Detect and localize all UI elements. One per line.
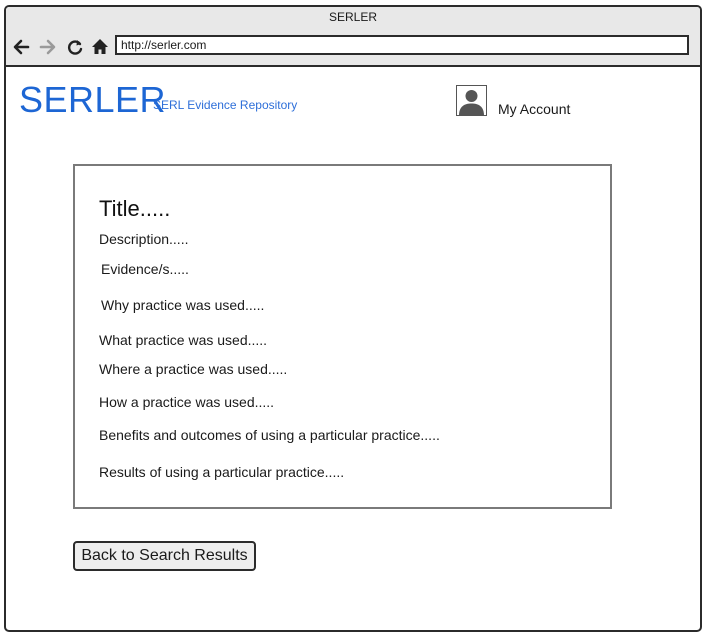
- field-benefits: Benefits and outcomes of using a particu…: [99, 427, 440, 443]
- field-what: What practice was used.....: [99, 332, 268, 348]
- field-why: Why practice was used.....: [101, 297, 265, 313]
- back-to-search-results-button[interactable]: Back to Search Results: [73, 541, 256, 571]
- browser-chrome: SERLER http://serler.com: [6, 7, 700, 67]
- brand-tagline: SERL Evidence Repository: [153, 98, 298, 112]
- back-arrow-icon[interactable]: [11, 37, 31, 57]
- field-description: Description.....: [99, 231, 189, 247]
- window-title: SERLER: [328, 10, 378, 24]
- url-bar[interactable]: http://serler.com: [115, 35, 689, 55]
- my-account-link[interactable]: My Account: [498, 101, 570, 117]
- forward-arrow-icon[interactable]: [38, 37, 58, 57]
- field-evidence: Evidence/s.....: [101, 261, 189, 277]
- user-avatar-icon[interactable]: [456, 85, 487, 116]
- field-how: How a practice was used.....: [99, 394, 275, 410]
- practice-title: Title.....: [99, 196, 171, 221]
- field-where: Where a practice was used.....: [99, 361, 288, 377]
- brand-logo[interactable]: SERLER: [19, 79, 166, 121]
- browser-window: SERLER http://serler.com SERLER SERL Evi…: [4, 5, 702, 632]
- home-icon[interactable]: [90, 37, 110, 57]
- reload-icon[interactable]: [65, 37, 85, 57]
- practice-detail-panel: Title..... Description..... Evidence/s..…: [73, 164, 612, 509]
- field-results: Results of using a particular practice..…: [99, 464, 345, 480]
